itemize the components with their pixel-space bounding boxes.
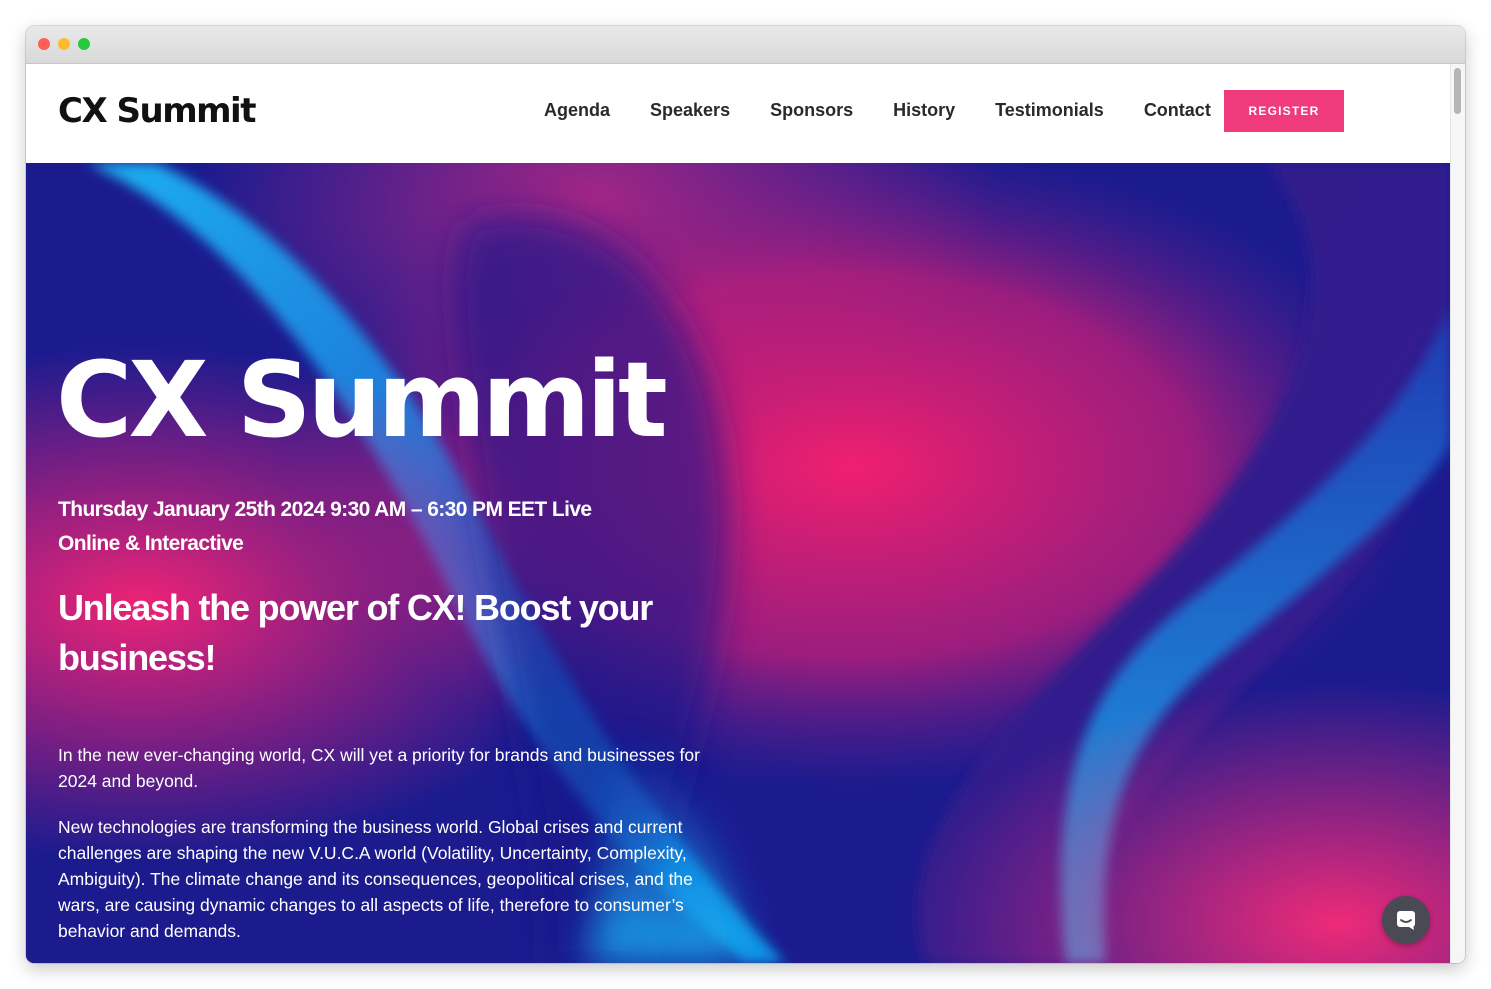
- chat-button[interactable]: [1382, 896, 1430, 944]
- page-viewport: CX Summit Agenda Speakers Sponsors Histo…: [26, 64, 1451, 963]
- scrollbar-thumb[interactable]: [1454, 68, 1461, 114]
- hero-section: CX Summit Thursday January 25th 2024 9:3…: [26, 163, 1451, 963]
- event-date: Thursday January 25th 2024 9:30 AM – 6:3…: [58, 498, 592, 555]
- nav-item-history[interactable]: History: [893, 98, 955, 122]
- hero-paragraph-2: New technologies are transforming the bu…: [58, 817, 693, 941]
- hero-paragraph-1: In the new ever-changing world, CX will …: [58, 745, 700, 791]
- main-nav: Agenda Speakers Sponsors History Testimo…: [544, 98, 1251, 122]
- maximize-window-button[interactable]: [78, 38, 90, 50]
- page-scrollbar[interactable]: [1450, 64, 1465, 963]
- site-logo[interactable]: CX Summit: [58, 94, 256, 128]
- nav-item-sponsors[interactable]: Sponsors: [770, 98, 853, 122]
- nav-item-speakers[interactable]: Speakers: [650, 98, 730, 122]
- nav-item-agenda[interactable]: Agenda: [544, 98, 610, 122]
- window-titlebar: [26, 26, 1465, 64]
- close-window-button[interactable]: [38, 38, 50, 50]
- browser-window: CX Summit Agenda Speakers Sponsors Histo…: [26, 26, 1465, 963]
- hero-tagline: Unleash the power of CX! Boost your busi…: [58, 587, 653, 678]
- chat-bubble-icon: [1397, 911, 1415, 930]
- site-header: CX Summit Agenda Speakers Sponsors Histo…: [26, 64, 1451, 163]
- nav-item-contact[interactable]: Contact: [1144, 98, 1211, 122]
- hero-title: CX Summit: [56, 339, 668, 461]
- register-button[interactable]: REGISTER: [1224, 90, 1344, 132]
- nav-item-testimonials[interactable]: Testimonials: [995, 98, 1104, 122]
- minimize-window-button[interactable]: [58, 38, 70, 50]
